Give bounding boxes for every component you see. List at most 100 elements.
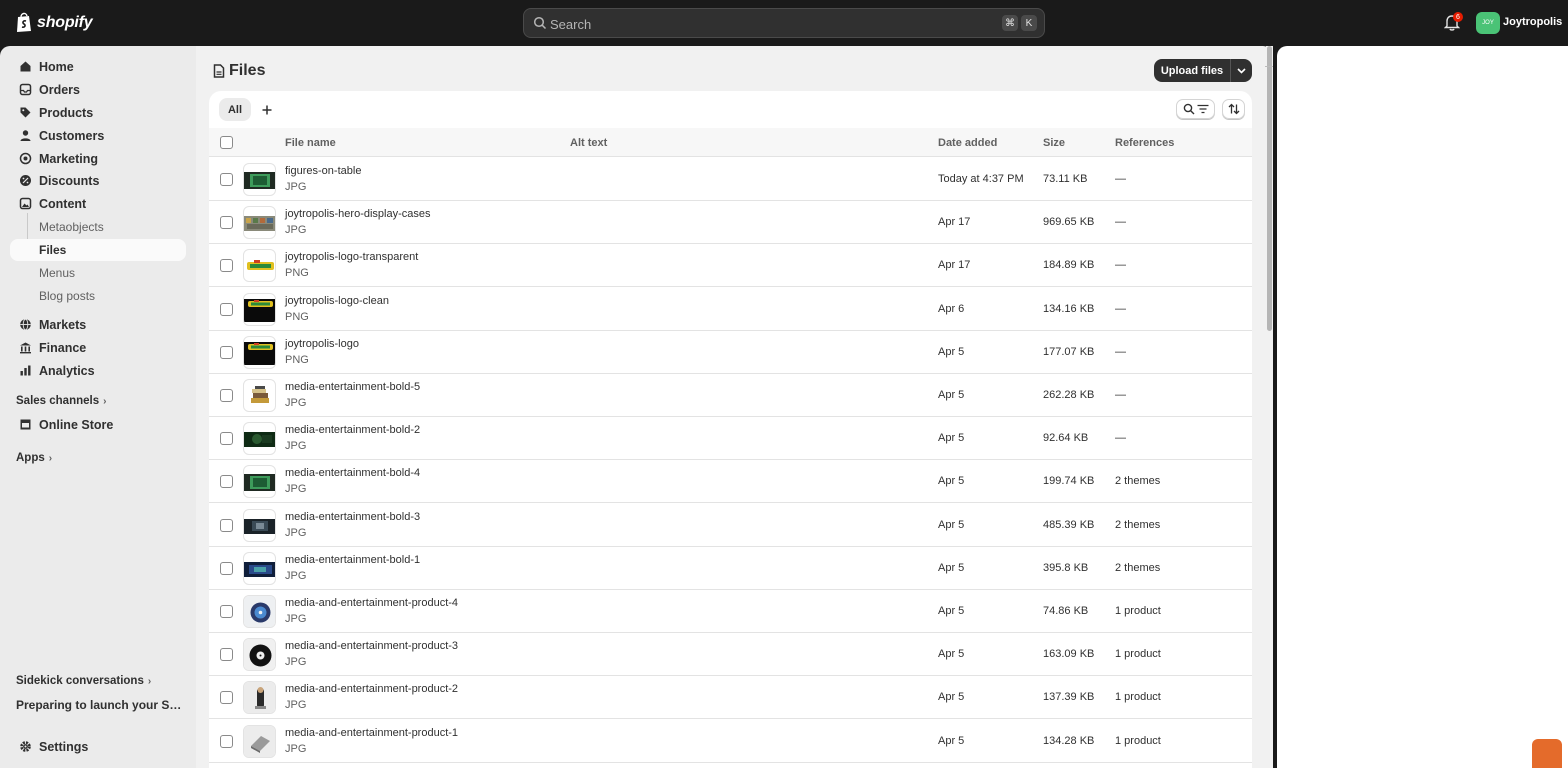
sidebar-item-customers[interactable]: Customers — [10, 125, 186, 147]
sidebar-item-files[interactable]: Files — [10, 239, 186, 261]
references[interactable]: — — [1115, 173, 1126, 185]
references[interactable]: — — [1115, 389, 1126, 401]
sidebar-item-content[interactable]: Content — [10, 193, 186, 215]
select-all-checkbox[interactable] — [220, 136, 233, 149]
table-row[interactable]: media-and-entertainment-product-1 JPG Ap… — [209, 720, 1252, 763]
file-name[interactable]: joytropolis-logo — [285, 338, 359, 350]
file-name[interactable]: media-and-entertainment-product-2 — [285, 683, 458, 695]
file-thumbnail[interactable] — [243, 422, 276, 456]
references[interactable]: 1 product — [1115, 648, 1161, 660]
row-checkbox[interactable] — [220, 302, 233, 316]
table-row[interactable]: figures-on-table JPG Today at 4:37 PM 73… — [209, 158, 1252, 201]
column-header-file-name[interactable]: File name — [285, 137, 336, 149]
references[interactable]: 2 themes — [1115, 475, 1160, 487]
file-name[interactable]: joytropolis-hero-display-cases — [285, 208, 431, 220]
file-name[interactable]: media-entertainment-bold-4 — [285, 467, 420, 479]
table-row[interactable]: joytropolis-logo-transparent PNG Apr 17 … — [209, 244, 1252, 288]
table-row[interactable]: joytropolis-hero-display-cases JPG Apr 1… — [209, 201, 1252, 245]
sales-channels-header[interactable]: Sales channels › — [16, 395, 106, 407]
table-row[interactable]: media-entertainment-bold-3 JPG Apr 5 485… — [209, 504, 1252, 547]
row-checkbox[interactable] — [220, 216, 233, 230]
sidebar-item-analytics[interactable]: Analytics — [10, 360, 186, 382]
row-checkbox[interactable] — [220, 561, 233, 575]
file-thumbnail[interactable] — [243, 724, 276, 758]
upload-files-button[interactable]: Upload files — [1154, 59, 1230, 82]
row-checkbox[interactable] — [220, 605, 233, 618]
row-checkbox[interactable] — [220, 691, 233, 705]
references[interactable]: — — [1115, 432, 1126, 444]
table-row[interactable]: media-entertainment-bold-5 JPG Apr 5 262… — [209, 374, 1252, 417]
sidekick-header[interactable]: Sidekick conversations › — [16, 675, 151, 687]
table-row[interactable]: media-and-entertainment-product-3 JPG Ap… — [209, 633, 1252, 677]
sidebar-item-home[interactable]: Home — [10, 56, 186, 78]
main-scrollbar-thumb[interactable] — [1267, 46, 1272, 331]
references[interactable]: 2 themes — [1115, 562, 1160, 574]
table-row[interactable]: media-and-entertainment-product-4 JPG Ap… — [209, 590, 1252, 633]
file-thumbnail[interactable] — [243, 292, 276, 326]
row-checkbox[interactable] — [220, 432, 233, 446]
row-checkbox[interactable] — [220, 173, 233, 186]
references[interactable]: — — [1115, 346, 1126, 358]
file-thumbnail[interactable] — [243, 379, 276, 412]
table-row[interactable]: media-and-entertainment-product-2 JPG Ap… — [209, 676, 1252, 720]
references[interactable]: 1 product — [1115, 735, 1161, 747]
table-row[interactable]: joytropolis-logo-clean PNG Apr 6 134.16 … — [209, 288, 1252, 331]
file-thumbnail[interactable] — [243, 681, 276, 715]
file-name[interactable]: media-entertainment-bold-2 — [285, 424, 420, 436]
file-name[interactable]: joytropolis-logo-transparent — [285, 251, 418, 263]
add-view-button[interactable] — [259, 98, 275, 121]
row-checkbox[interactable] — [220, 475, 233, 489]
references[interactable]: 1 product — [1115, 605, 1161, 617]
column-header-alt-text[interactable]: Alt text — [570, 137, 607, 149]
table-row[interactable]: media-entertainment-bold-4 JPG Apr 5 199… — [209, 460, 1252, 504]
store-name[interactable]: Joytropolis — [1503, 16, 1562, 28]
file-thumbnail[interactable] — [243, 638, 276, 672]
table-row[interactable]: media-entertainment-bold-1 JPG Apr 5 395… — [209, 547, 1252, 590]
file-thumbnail[interactable] — [243, 508, 276, 542]
sidebar-item-settings[interactable]: Settings — [10, 736, 186, 758]
apps-header[interactable]: Apps › — [16, 452, 52, 464]
file-name[interactable]: media-and-entertainment-product-3 — [285, 640, 458, 652]
file-thumbnail[interactable] — [243, 551, 276, 585]
row-checkbox[interactable] — [220, 648, 233, 662]
search-input[interactable]: Search ⌘ K — [523, 8, 1045, 38]
row-checkbox[interactable] — [220, 518, 233, 532]
row-checkbox[interactable] — [220, 345, 233, 359]
sidekick-conversation-item[interactable]: Preparing to launch your Shopify store — [16, 698, 184, 712]
sidebar-item-online-store[interactable]: Online Store — [10, 414, 186, 436]
column-header-size[interactable]: Size — [1043, 137, 1065, 149]
row-checkbox[interactable] — [220, 259, 233, 273]
references[interactable]: — — [1115, 216, 1126, 228]
references[interactable]: 2 themes — [1115, 519, 1160, 531]
file-name[interactable]: figures-on-table — [285, 165, 361, 177]
file-thumbnail[interactable] — [243, 335, 276, 369]
file-thumbnail[interactable] — [243, 249, 276, 283]
floating-action-chip[interactable] — [1532, 739, 1562, 768]
sidebar-item-orders[interactable]: Orders — [10, 79, 186, 101]
sidebar-item-products[interactable]: Products — [10, 102, 186, 124]
table-row[interactable]: media-entertainment-bold-2 JPG Apr 5 92.… — [209, 417, 1252, 461]
sidebar-item-blog-posts[interactable]: Blog posts — [10, 285, 186, 307]
column-header-references[interactable]: References — [1115, 137, 1174, 149]
upload-options-button[interactable] — [1230, 59, 1252, 82]
search-filter-button[interactable] — [1176, 99, 1215, 119]
file-name[interactable]: media-and-entertainment-product-1 — [285, 727, 458, 739]
shopify-logo[interactable]: shopify — [16, 12, 93, 33]
sidebar-item-menus[interactable]: Menus — [10, 262, 186, 284]
table-row[interactable]: joytropolis-logo PNG Apr 5 177.07 KB — — [209, 331, 1252, 374]
row-checkbox[interactable] — [220, 734, 233, 748]
file-name[interactable]: media-and-entertainment-product-4 — [285, 597, 458, 609]
file-thumbnail[interactable] — [243, 206, 276, 240]
sidebar-item-finance[interactable]: Finance — [10, 337, 186, 359]
row-checkbox[interactable] — [220, 389, 233, 402]
references[interactable]: 1 product — [1115, 691, 1161, 703]
file-name[interactable]: media-entertainment-bold-5 — [285, 381, 420, 393]
file-name[interactable]: media-entertainment-bold-1 — [285, 554, 420, 566]
file-thumbnail[interactable] — [243, 163, 276, 196]
references[interactable]: — — [1115, 303, 1126, 315]
sort-button[interactable] — [1222, 99, 1245, 119]
store-avatar[interactable]: JOY — [1476, 12, 1500, 34]
file-name[interactable]: media-entertainment-bold-3 — [285, 511, 420, 523]
file-thumbnail[interactable] — [243, 595, 276, 628]
column-header-date-added[interactable]: Date added — [938, 137, 997, 149]
